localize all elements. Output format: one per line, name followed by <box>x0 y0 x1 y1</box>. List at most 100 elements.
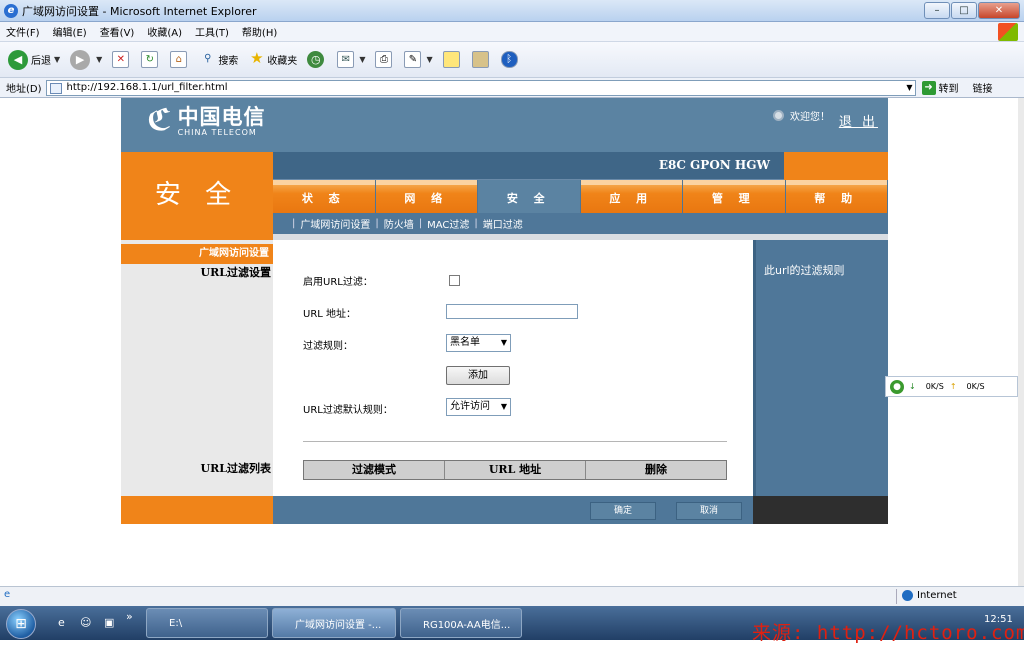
tab-network[interactable]: 网 络 <box>375 180 477 213</box>
menu-favorites[interactable]: 收藏(A) <box>147 24 182 39</box>
user-icon <box>773 110 784 121</box>
menu-help[interactable]: 帮助(H) <box>242 24 277 39</box>
security-zone: Internet <box>902 590 957 601</box>
task-explorer-label: E:\ <box>169 617 183 629</box>
print-icon: ⎙ <box>375 51 393 68</box>
edit-dropdown-icon[interactable]: ▼ <box>426 55 432 64</box>
product-bar: E8C GPON HGW <box>273 152 784 180</box>
close-button[interactable]: ✕ <box>978 2 1020 19</box>
url-filter-list-label: URL过滤列表 <box>200 462 271 475</box>
start-button[interactable]: ⊞ <box>6 609 36 639</box>
window-title: 广域网访问设置 - Microsoft Internet Explorer <box>22 4 257 18</box>
quicklaunch-qq-icon[interactable]: ☺ <box>80 616 91 629</box>
default-rule-select[interactable]: 允许访问 ▼ <box>446 398 511 416</box>
footer-left <box>121 496 273 524</box>
subnav-firewall[interactable]: 防火墙 <box>384 216 414 231</box>
subnav-wan-access[interactable]: 广域网访问设置 <box>300 216 370 231</box>
menu-edit[interactable]: 编辑(E) <box>53 24 87 39</box>
form-area: 启用URL过滤： URL 地址： 过滤规则： 黑名单 ▼ 添加 URL过滤默认规… <box>273 240 753 496</box>
edit-button[interactable]: ✎ ▼ <box>404 51 433 68</box>
notes-button[interactable] <box>442 51 462 68</box>
footer-right <box>753 496 888 524</box>
subnav-separator: | <box>418 218 423 229</box>
enable-url-filter-label: 启用URL过滤： <box>303 277 373 288</box>
tab-management[interactable]: 管 理 <box>683 180 785 213</box>
toolbar: ◀ 后退 ▼ ▶ ▼ ✕ ↻ ⌂ ⚲ 搜索 ★ 收藏夹 ◷ ✉ ▼ ⎙ ✎ ▼ ᛒ <box>0 42 1024 78</box>
menu-view[interactable]: 查看(V) <box>100 24 135 39</box>
back-button[interactable]: ◀ 后退 ▼ <box>8 49 60 70</box>
quicklaunch-ie-icon[interactable]: e <box>58 616 65 629</box>
address-dropdown-icon[interactable]: ▼ <box>906 83 912 92</box>
history-button[interactable]: ◷ <box>307 51 327 68</box>
task-document-label: RG100A-AA电信... <box>423 619 511 631</box>
chevron-down-icon: ▼ <box>500 402 507 411</box>
home-button[interactable]: ⌂ <box>170 51 189 68</box>
tab-application[interactable]: 应 用 <box>580 180 682 213</box>
search-button[interactable]: ⚲ 搜索 <box>199 51 238 68</box>
logout-link[interactable]: 退 出 <box>839 111 878 130</box>
print-button[interactable]: ⎙ <box>375 51 394 68</box>
status-bar: e Internet <box>0 586 1024 606</box>
forward-dropdown-icon[interactable]: ▼ <box>96 55 102 64</box>
tab-security[interactable]: 安 全 <box>478 180 580 213</box>
research-button[interactable] <box>471 51 491 68</box>
go-button[interactable]: ➜ 转到 <box>921 80 959 95</box>
forward-arrow-icon: ▶ <box>70 49 91 70</box>
quicklaunch-app-icon[interactable]: ▣ <box>104 616 114 629</box>
enable-url-filter-checkbox[interactable] <box>449 275 460 286</box>
subnav-separator: | <box>474 218 478 229</box>
subnav-port-filter[interactable]: 端口过滤 <box>483 216 523 231</box>
section-panel: 安 全 <box>121 152 273 240</box>
subnav-mac-filter[interactable]: MAC过滤 <box>427 216 469 231</box>
favorites-button[interactable]: ★ 收藏夹 <box>248 51 297 68</box>
address-input[interactable]: http://192.168.1.1/url_filter.html ▼ <box>45 79 916 96</box>
add-button[interactable]: 添加 <box>446 366 510 385</box>
refresh-button[interactable]: ↻ <box>141 51 160 68</box>
help-text: 此url的过滤规则 <box>764 264 845 277</box>
url-filter-table-header: 过滤模式 URL 地址 删除 <box>303 460 727 480</box>
filter-rule-select[interactable]: 黑名单 ▼ <box>446 334 511 352</box>
task-document[interactable]: RG100A-AA电信... <box>400 608 522 638</box>
forward-button[interactable]: ▶ ▼ <box>70 49 102 70</box>
source-watermark: 来源: http://hctoro.com <box>752 622 1024 644</box>
mail-dropdown-icon[interactable]: ▼ <box>359 55 365 64</box>
tab-help[interactable]: 帮 助 <box>785 180 887 213</box>
menu-tools[interactable]: 工具(T) <box>195 24 229 39</box>
product-name: E8C GPON HGW <box>658 158 770 172</box>
stop-button[interactable]: ✕ <box>112 51 131 68</box>
vertical-scrollbar[interactable] <box>1018 98 1024 586</box>
mail-button[interactable]: ✉ ▼ <box>337 51 365 68</box>
page-status-icon: e <box>4 589 11 600</box>
bluetooth-button[interactable]: ᛒ <box>500 51 520 68</box>
cancel-button[interactable]: 取消 <box>676 502 742 520</box>
maximize-button[interactable]: □ <box>951 2 977 19</box>
china-telecom-logo: ℭ 中国电信 CHINA TELECOM <box>147 104 266 138</box>
subnav-separator: | <box>292 218 296 229</box>
welcome-label: 欢迎您！ <box>790 112 830 123</box>
ok-button[interactable]: 确定 <box>590 502 656 520</box>
globe-icon <box>902 590 913 601</box>
address-bar: 地址(D) http://192.168.1.1/url_filter.html… <box>0 78 1024 98</box>
task-ie-current[interactable]: 广域网访问设置 -... <box>272 608 396 638</box>
task-ie-current-label: 广域网访问设置 -... <box>295 619 382 631</box>
url-filter-settings-label: URL过滤设置 <box>200 266 271 279</box>
favorites-label: 收藏夹 <box>267 56 298 67</box>
window-controls: – □ ✕ <box>924 2 1020 19</box>
default-rule-value: 允许访问 <box>450 401 490 412</box>
zone-label: Internet <box>917 590 957 601</box>
ie-icon: e <box>4 3 18 18</box>
sidebar-active-item[interactable]: 广域网访问设置 <box>121 244 273 264</box>
col-filter-mode: 过滤模式 <box>304 461 445 479</box>
address-label: 地址(D) <box>6 84 42 95</box>
upload-arrow-icon: ↑ <box>949 382 957 391</box>
minimize-button[interactable]: – <box>924 2 950 19</box>
back-dropdown-icon[interactable]: ▼ <box>54 55 60 64</box>
quicklaunch-more-icon[interactable]: » <box>126 610 133 623</box>
task-explorer[interactable]: E:\ <box>146 608 268 638</box>
links-button[interactable]: 链接 <box>973 80 993 95</box>
page-viewport: ℭ 中国电信 CHINA TELECOM 欢迎您！ 退 出 安 全 E8C GP… <box>0 98 1018 586</box>
url-address-input[interactable] <box>446 304 578 319</box>
network-monitor[interactable]: ● ↓ 0K/S ↑ 0K/S <box>885 376 1018 397</box>
tab-status[interactable]: 状 态 <box>273 180 375 213</box>
menu-file[interactable]: 文件(F) <box>6 24 40 39</box>
